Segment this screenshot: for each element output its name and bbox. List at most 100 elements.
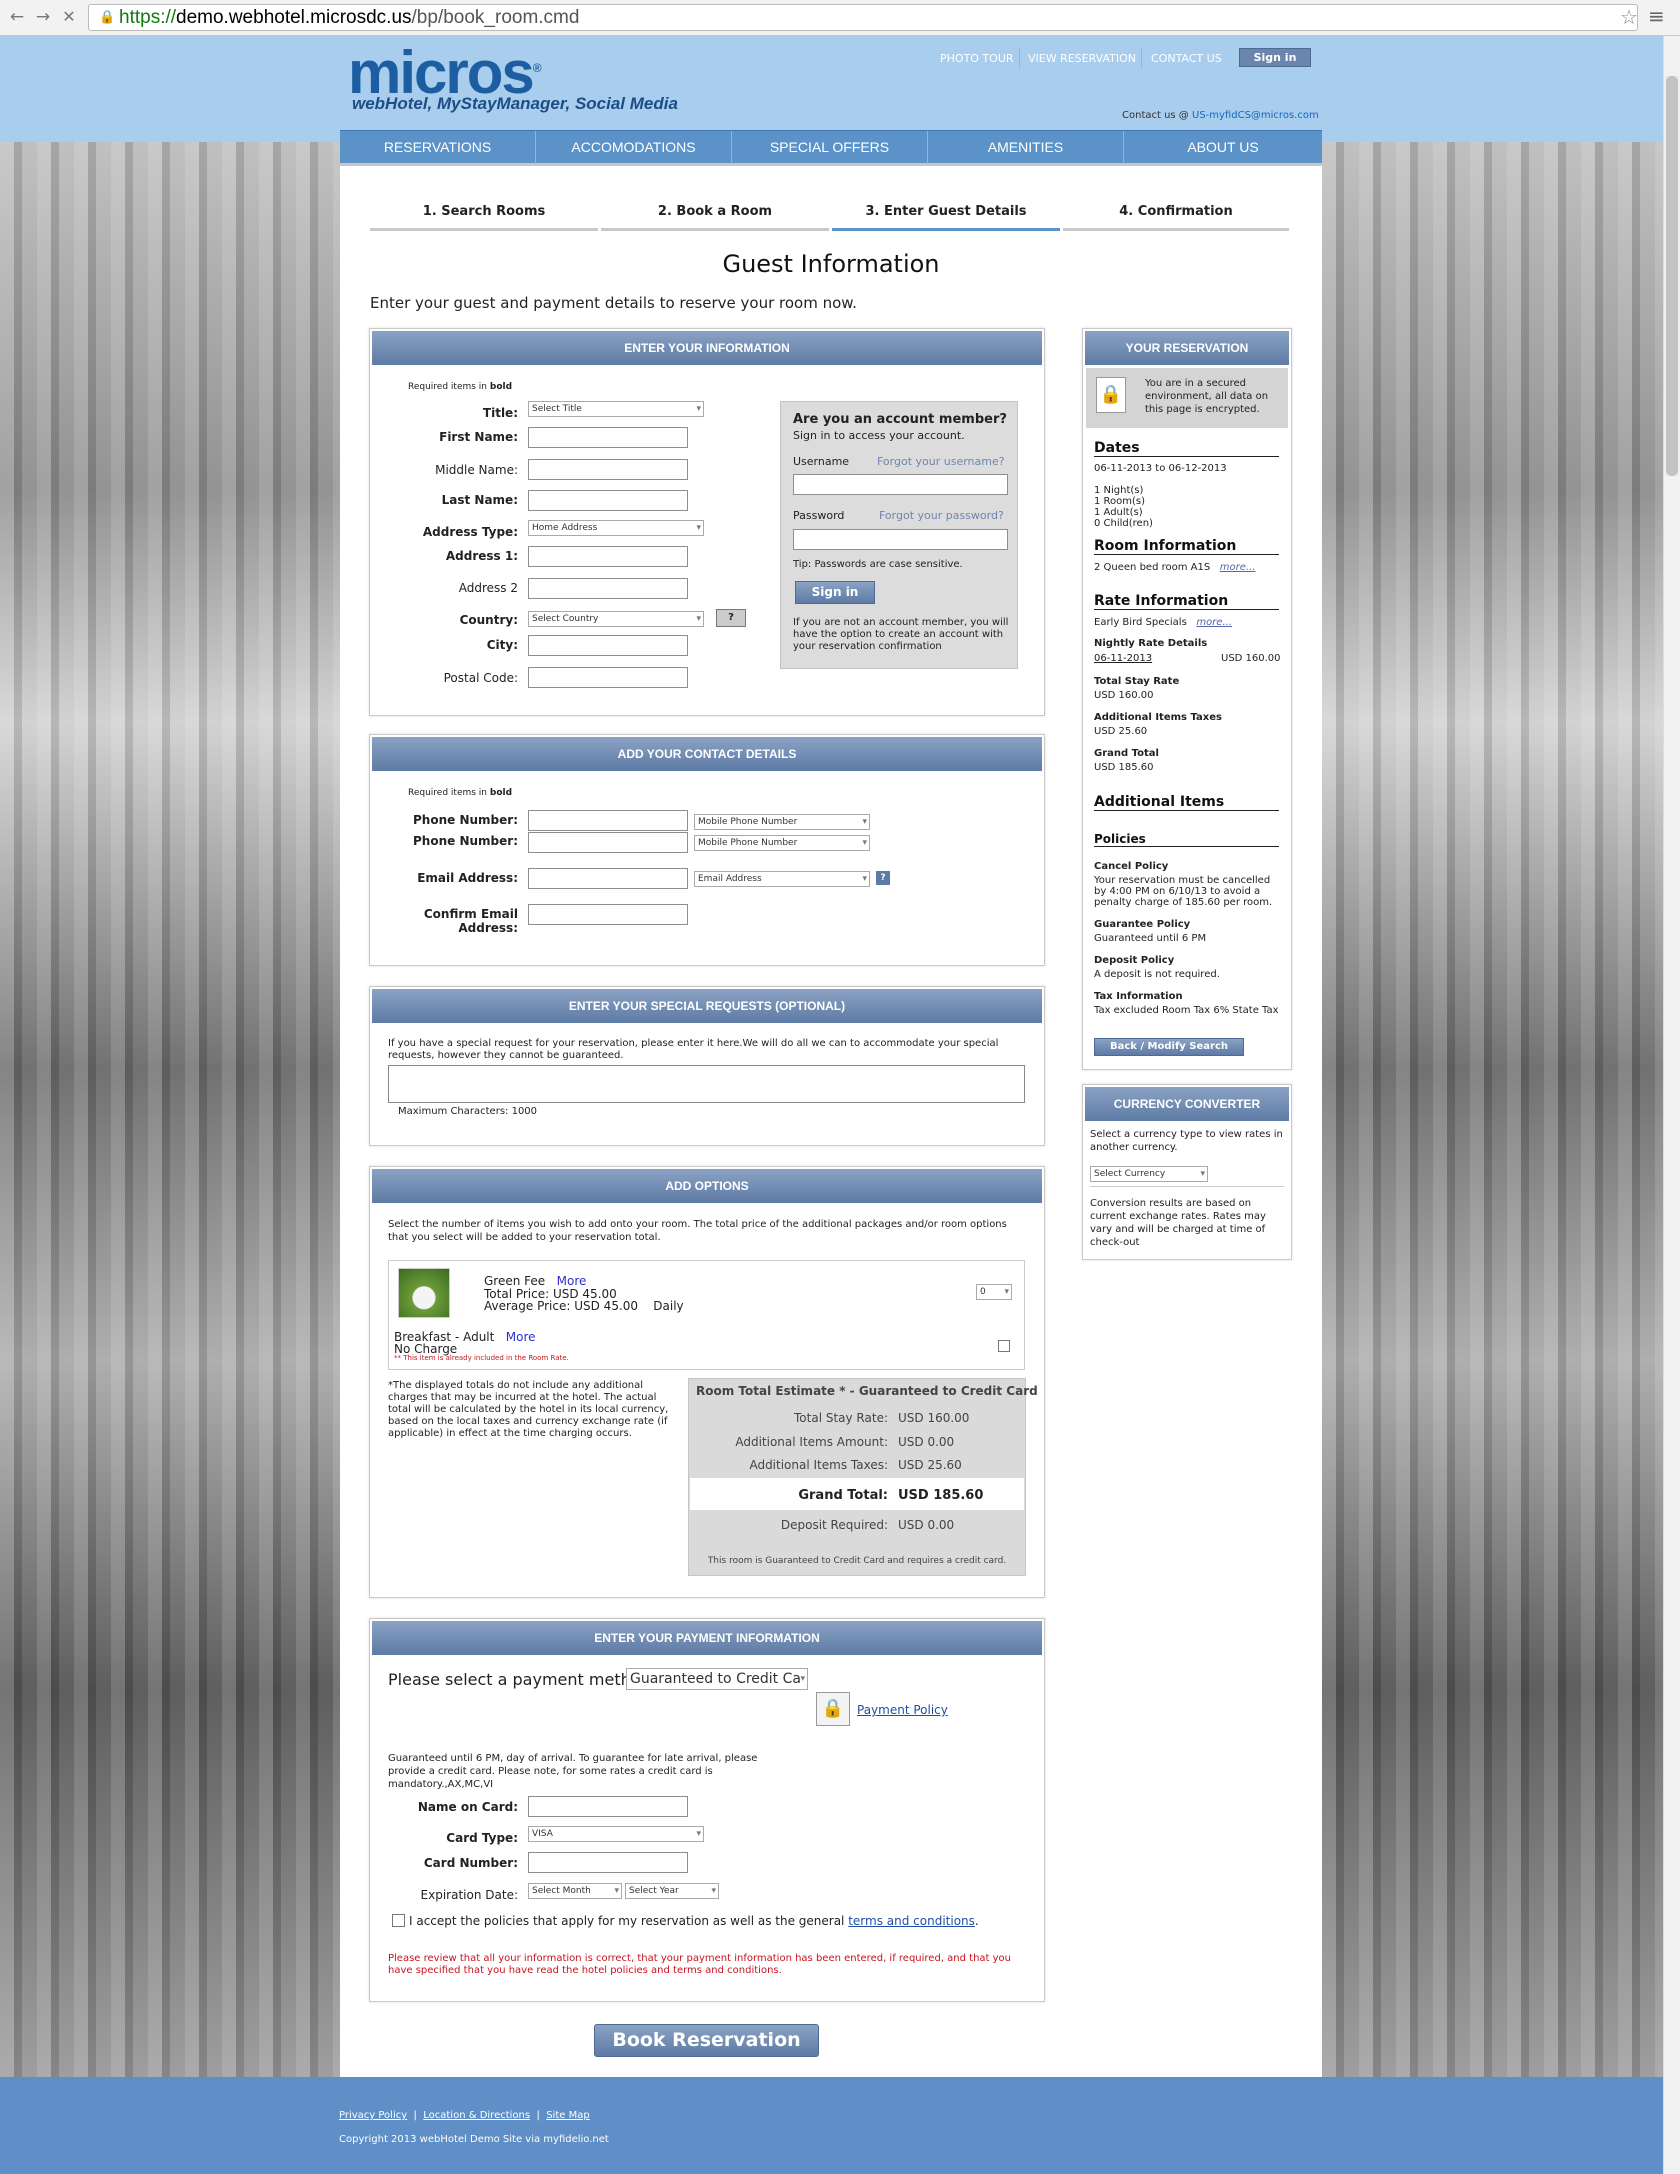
site-map-link[interactable]: Site Map	[546, 2110, 589, 2121]
forgot-username-link[interactable]: Forgot your username?	[877, 455, 1005, 468]
scrollbar-thumb[interactable]	[1666, 76, 1678, 476]
payment-method-select[interactable]: Guaranteed to Credit Ca	[626, 1668, 808, 1690]
expiration-month-select[interactable]: Select Month	[528, 1883, 622, 1899]
forward-icon[interactable]: →	[32, 6, 54, 28]
scrollbar[interactable]	[1663, 36, 1680, 2174]
main-nav: RESERVATIONS ACCOMODATIONS SPECIAL OFFER…	[340, 130, 1322, 166]
address-type-label: Address Type:	[422, 525, 518, 539]
privacy-policy-link[interactable]: Privacy Policy	[339, 2110, 407, 2121]
name-on-card-field[interactable]	[528, 1796, 688, 1817]
divider	[1019, 48, 1020, 68]
occupancy: 1 Night(s) 1 Room(s) 1 Adult(s) 0 Child(ren…	[1094, 485, 1153, 529]
book-reservation-button[interactable]: Book Reservation	[594, 2024, 819, 2057]
secure-text: You are in a secured environment, all da…	[1145, 378, 1269, 415]
expiration-label: Expiration Date:	[420, 1888, 518, 1902]
menu-icon[interactable]: ≡	[1648, 4, 1665, 28]
address2-field[interactable]	[528, 578, 688, 599]
special-requests-textarea[interactable]	[388, 1065, 1025, 1103]
grand-total-heading: Grand Total	[1094, 748, 1159, 759]
nav-reservations[interactable]: RESERVATIONS	[340, 131, 536, 164]
room-total-estimate	[688, 1378, 1026, 1576]
step-enter-guest-details: 3. Enter Guest Details	[865, 204, 1027, 219]
estimate-value: USD 25.60	[898, 1458, 962, 1472]
email-link[interactable]: US-myfidCS@micros.com	[1192, 110, 1319, 121]
help-icon[interactable]: ?	[876, 871, 890, 885]
breakfast-checkbox[interactable]	[998, 1340, 1010, 1352]
member-heading: Are you an account member?	[793, 412, 1007, 427]
guarantee-policy-heading: Guarantee Policy	[1094, 919, 1191, 930]
currency-note: Conversion results are based on current …	[1090, 1198, 1266, 1248]
photo-tour-link[interactable]: PHOTO TOUR	[940, 52, 1014, 65]
browser-toolbar: ← → ✕ 🔒 https://demo.webhotel.microsdc.u…	[0, 0, 1680, 36]
panel-title: ENTER YOUR SPECIAL REQUESTS (OPTIONAL)	[372, 989, 1042, 1023]
last-name-label: Last Name:	[441, 493, 518, 507]
step-bar-active	[832, 228, 1060, 231]
confirm-email-label: Confirm Email Address:	[423, 907, 518, 935]
title-select[interactable]: Select Title	[528, 401, 704, 417]
country-select[interactable]: Select Country	[528, 611, 704, 627]
forgot-password-link[interactable]: Forgot your password?	[879, 509, 1004, 522]
payment-policy-link[interactable]: Payment Policy	[857, 1703, 948, 1717]
green-fee-quantity-select[interactable]: 0	[976, 1284, 1012, 1300]
country-help-button[interactable]: ?	[716, 609, 746, 627]
room-more-link[interactable]: more...	[1220, 562, 1256, 573]
rate-more-link[interactable]: more...	[1196, 617, 1232, 628]
address-type-select[interactable]: Home Address	[528, 520, 704, 536]
sign-in-button[interactable]: Sign in	[1239, 48, 1311, 67]
address1-field[interactable]	[528, 546, 688, 567]
password-field[interactable]	[793, 529, 1008, 550]
email-type-select[interactable]: Email Address	[694, 871, 870, 887]
taxes-heading: Additional Items Taxes	[1094, 712, 1222, 723]
member-note: If you are not an account member, you wi…	[793, 617, 1009, 652]
view-reservation-link[interactable]: VIEW RESERVATION	[1028, 52, 1136, 65]
first-name-field[interactable]	[528, 427, 688, 448]
deposit-policy-heading: Deposit Policy	[1094, 955, 1175, 966]
email-field[interactable]	[528, 868, 688, 889]
password-tip: Tip: Passwords are case sensitive.	[793, 559, 963, 570]
address1-label: Address 1:	[445, 549, 518, 563]
review-warning: Please review that all your information …	[388, 1953, 1012, 1976]
location-directions-link[interactable]: Location & Directions	[423, 2110, 530, 2121]
estimate-label: Additional Items Taxes:	[749, 1458, 888, 1472]
address-bar[interactable]: 🔒 https://demo.webhotel.microsdc.us/bp/b…	[88, 4, 1638, 31]
step-search-rooms: 1. Search Rooms	[422, 204, 546, 219]
breakfast-more-link[interactable]: More	[506, 1330, 536, 1344]
nav-about-us[interactable]: ABOUT US	[1124, 131, 1322, 164]
username-field[interactable]	[793, 474, 1008, 495]
last-name-field[interactable]	[528, 490, 688, 511]
nav-accomodations[interactable]: ACCOMODATIONS	[536, 131, 732, 164]
city-field[interactable]	[528, 635, 688, 656]
member-sign-in-button[interactable]: Sign in	[795, 581, 875, 604]
currency-select[interactable]: Select Currency	[1090, 1166, 1208, 1182]
close-icon[interactable]: ✕	[58, 6, 80, 28]
country-label: Country:	[459, 613, 518, 627]
middle-name-field[interactable]	[528, 459, 688, 480]
additional-items-heading: Additional Items	[1094, 794, 1279, 811]
card-type-select[interactable]: VISA	[528, 1826, 704, 1842]
step-book-room: 2. Book a Room	[657, 204, 773, 219]
expiration-year-select[interactable]: Select Year	[625, 1883, 719, 1899]
grand-total-value: USD 185.60	[1094, 762, 1154, 773]
accept-policies-checkbox[interactable]	[392, 1914, 405, 1927]
terms-link[interactable]: terms and conditions	[848, 1914, 975, 1928]
bookmark-star-icon[interactable]: ☆	[1620, 5, 1638, 29]
green-fee-more-link[interactable]: More	[557, 1274, 587, 1288]
nav-amenities[interactable]: AMENITIES	[928, 131, 1124, 164]
rate-info: Early Bird Specials more...	[1094, 617, 1232, 628]
phone1-field[interactable]	[528, 810, 688, 831]
back-icon[interactable]: ←	[6, 6, 28, 28]
phone2-type-select[interactable]: Mobile Phone Number	[694, 835, 870, 851]
accept-policies-text: I accept the policies that apply for my …	[409, 1914, 979, 1928]
nav-special-offers[interactable]: SPECIAL OFFERS	[732, 131, 928, 164]
panel-title: YOUR RESERVATION	[1085, 331, 1289, 365]
confirm-email-field[interactable]	[528, 904, 688, 925]
url-text: https://demo.webhotel.microsdc.us/bp/boo…	[119, 7, 580, 28]
title-label: Title:	[482, 406, 518, 420]
nightly-date-link[interactable]: 06-11-2013	[1094, 653, 1152, 664]
phone2-field[interactable]	[528, 832, 688, 853]
postal-code-field[interactable]	[528, 667, 688, 688]
contact-us-link[interactable]: CONTACT US	[1151, 52, 1222, 65]
phone1-type-select[interactable]: Mobile Phone Number	[694, 814, 870, 830]
back-modify-search-button[interactable]: Back / Modify Search	[1094, 1038, 1244, 1056]
card-number-field[interactable]	[528, 1852, 688, 1873]
